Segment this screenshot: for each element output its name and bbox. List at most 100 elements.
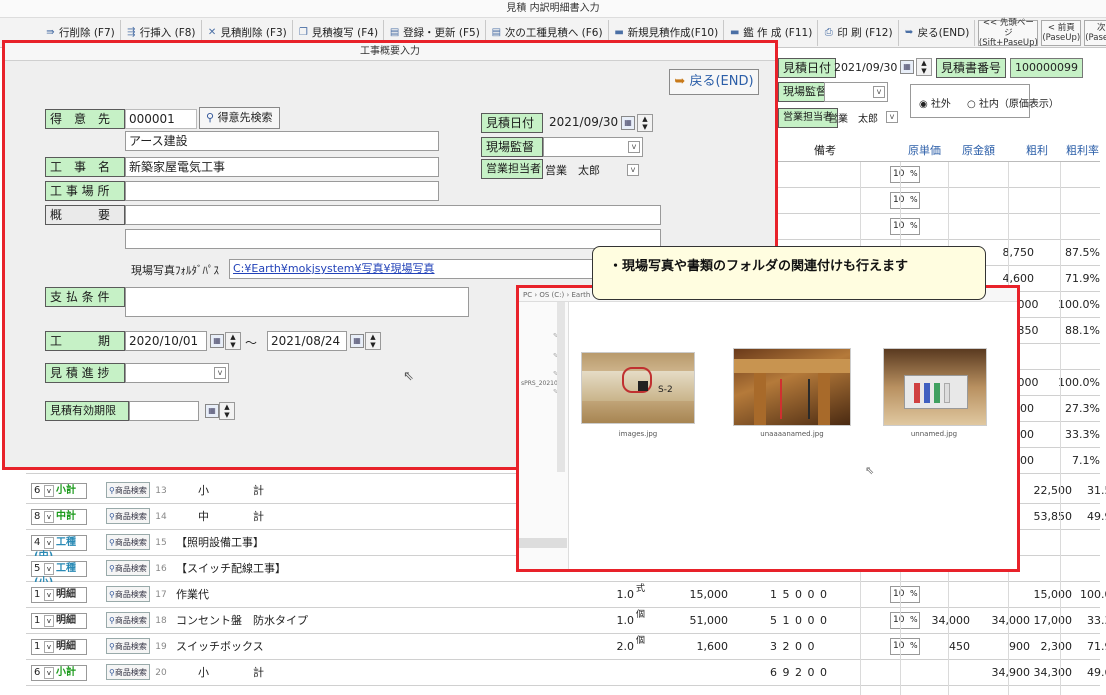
print-icon: ⎙ bbox=[824, 27, 833, 38]
price-cell[interactable]: 1,600 bbox=[678, 634, 729, 660]
price-cell[interactable]: 15,000 bbox=[678, 582, 729, 608]
thumbnail-images[interactable]: S-2 bbox=[581, 352, 695, 424]
product-search-button[interactable]: ⚲商品検索 bbox=[106, 612, 150, 628]
unit-cell[interactable]: 式 bbox=[636, 576, 645, 602]
chevron-down-icon[interactable]: v bbox=[886, 111, 898, 123]
site-field[interactable] bbox=[125, 181, 439, 201]
overview-field-1[interactable] bbox=[125, 205, 661, 225]
thumbnail-unaaaanamed[interactable] bbox=[733, 348, 851, 426]
calendar-icon[interactable]: ▦ bbox=[350, 334, 364, 348]
bg-estimate-date[interactable]: 2021/09/30 bbox=[834, 61, 897, 74]
row-number: 18 bbox=[155, 616, 167, 626]
progress-select[interactable]: v bbox=[125, 363, 229, 383]
photo-path-link[interactable]: C:¥Earth¥mokjsystem¥写真¥現場写真 bbox=[229, 259, 599, 279]
item-name-cell[interactable]: 【照明設備工事】 bbox=[176, 530, 264, 556]
row-type-select[interactable]: 6 v 小計 bbox=[31, 483, 87, 499]
row-type-select[interactable]: 5v工種(小) bbox=[31, 561, 87, 588]
unit-cell[interactable]: 個 bbox=[636, 602, 645, 628]
radio-outside[interactable]: ◉ 社外 bbox=[919, 95, 951, 110]
col-divider bbox=[1060, 162, 1061, 695]
payment-field[interactable] bbox=[125, 287, 469, 317]
customer-search-button[interactable]: ⚲ 得意先検索 bbox=[199, 107, 280, 129]
row-type-select[interactable]: 1 v 明細 bbox=[31, 639, 87, 655]
product-search-button[interactable]: ⚲商品検索 bbox=[106, 638, 150, 654]
row-type-select[interactable]: 4v工種(中) bbox=[31, 535, 87, 562]
rate-cell bbox=[1072, 530, 1106, 556]
row-type-select[interactable]: 1 v 明細 bbox=[31, 613, 87, 629]
page-nav-button-1[interactable]: < 前頁 (PaseUp) bbox=[1041, 19, 1082, 46]
chevron-down-icon[interactable]: v bbox=[627, 164, 639, 176]
table-row[interactable]: 1 v 明細 ⚲商品検索 19 スイッチボックス 2.0 個 1,600 3 2 0 0 10% 45… bbox=[26, 634, 1106, 660]
cost-cell bbox=[974, 582, 1030, 608]
item-name-cell[interactable]: スイッチボックス bbox=[176, 634, 264, 660]
project-name-field[interactable]: 新築家屋電気工事 bbox=[125, 157, 439, 177]
bg-estimate-no: 100000099 bbox=[1010, 58, 1083, 78]
item-name-cell[interactable]: コンセント盤 防水タイプ bbox=[176, 608, 308, 634]
qty-cell[interactable] bbox=[604, 660, 634, 686]
table-row[interactable]: 1 v 明細 ⚲商品検索 18 コンセント盤 防水タイプ 1.0 個 51,000 5 1 0 0… bbox=[26, 608, 1106, 634]
next-icon: ▤ bbox=[491, 27, 502, 38]
rate-cell bbox=[1056, 188, 1100, 214]
product-search-button[interactable]: ⚲商品検索 bbox=[106, 586, 150, 602]
explorer-hscroll[interactable] bbox=[519, 538, 567, 548]
table-row[interactable]: 6v小計 ⚲商品検索 20 小 計 6 9 2 0 0 34,90034,300 49.6% bbox=[26, 660, 1106, 686]
toolbar-button-9[interactable]: ➥ 戻る(END) bbox=[899, 19, 976, 46]
item-name-cell[interactable]: 中 計 bbox=[198, 504, 264, 530]
item-name-cell[interactable]: 作業代 bbox=[176, 582, 209, 608]
spin-icon[interactable]: ▲ ▼ bbox=[219, 402, 235, 420]
period-from-field[interactable]: 2020/10/01 bbox=[125, 331, 207, 351]
row-type-select[interactable]: 1 v 明細 bbox=[31, 587, 87, 603]
amount-cell: 6 9 2 0 0 bbox=[770, 666, 828, 679]
product-search-button[interactable]: ⚲商品検索 bbox=[106, 534, 150, 550]
row-type-select[interactable]: 6 v 小計 bbox=[31, 665, 87, 681]
toolbar-button-label: 見積複写 (F4) bbox=[311, 27, 379, 39]
item-name-cell[interactable]: 小 計 bbox=[198, 478, 264, 504]
calendar-icon[interactable]: ▦ bbox=[210, 334, 224, 348]
spin-icon[interactable]: ▲ ▼ bbox=[916, 58, 932, 76]
supervisor-select[interactable]: v bbox=[543, 137, 643, 157]
col-cost-amount: 原金額 bbox=[962, 144, 995, 157]
overview-field-2[interactable] bbox=[125, 229, 661, 249]
row-number: 15 bbox=[155, 538, 167, 548]
toolbar-button-label: 見積削除 (F3) bbox=[220, 27, 287, 39]
calendar-icon[interactable]: ▦ bbox=[900, 60, 914, 74]
product-search-button[interactable]: ⚲商品検索 bbox=[106, 560, 150, 576]
product-search-button[interactable]: ⚲商品検索 bbox=[106, 482, 150, 498]
estimate-date-value[interactable]: 2021/09/30 bbox=[549, 115, 618, 129]
item-name-cell[interactable]: 小 計 bbox=[198, 660, 264, 686]
qty-cell[interactable]: 1.0 bbox=[604, 582, 635, 608]
spin-icon[interactable]: ▲ ▼ bbox=[365, 332, 381, 350]
nav-line1: 次頁 > bbox=[1096, 22, 1106, 33]
calendar-icon[interactable]: ▦ bbox=[205, 404, 219, 418]
product-search-button[interactable]: ⚲商品検索 bbox=[106, 508, 150, 524]
price-cell[interactable]: 51,000 bbox=[678, 608, 729, 634]
toolbar-button-8[interactable]: ⎙ 印 刷 (F12) bbox=[818, 19, 899, 46]
page-nav-button-0[interactable]: << 先頭ページ (Sift+PaseUp) bbox=[978, 18, 1039, 48]
explorer-scrollbar[interactable] bbox=[557, 302, 565, 472]
table-row[interactable]: 1 v 明細 ⚲商品検索 17 作業代 1.0 式 15,000 1 5 0 0 0 10% 15,0… bbox=[26, 582, 1106, 608]
customer-name-field[interactable]: アース建設 bbox=[125, 131, 439, 151]
period-to-field[interactable]: 2021/08/24 bbox=[267, 331, 347, 351]
bg-supervisor-select[interactable]: v bbox=[824, 82, 888, 102]
product-search-button[interactable]: ⚲商品検索 bbox=[106, 664, 150, 680]
thumbnail-unnamed[interactable] bbox=[883, 348, 987, 426]
row-type-select[interactable]: 8 v 中計 bbox=[31, 509, 87, 525]
customer-code-input[interactable]: 000001 bbox=[125, 109, 197, 129]
unit-cell[interactable]: 個 bbox=[636, 628, 645, 654]
qty-cell[interactable]: 2.0 bbox=[604, 634, 635, 660]
explorer-sidebar-item[interactable]: sPRS_202107 bbox=[521, 380, 562, 387]
spin-icon[interactable]: ▲ ▼ bbox=[225, 332, 241, 350]
calendar-icon[interactable]: ▦ bbox=[621, 116, 635, 130]
back-button[interactable]: ➥ 戻る(END) bbox=[669, 69, 759, 95]
save-icon: ▤ bbox=[389, 27, 400, 38]
item-name-cell[interactable]: 【スイッチ配線工事】 bbox=[176, 556, 286, 582]
spin-icon[interactable]: ▲ ▼ bbox=[637, 114, 653, 132]
radio-inside[interactable]: ○ 社内（原価表示） bbox=[967, 95, 1059, 110]
validity-field[interactable] bbox=[129, 401, 199, 421]
toolbar-button-label: 登録・更新 (F5) bbox=[403, 27, 480, 39]
price-cell[interactable] bbox=[678, 660, 728, 686]
qty-cell[interactable]: 1.0 bbox=[604, 608, 635, 634]
rate-cell bbox=[1056, 162, 1100, 188]
page-nav-button-2[interactable]: 次頁 >(PaseDown) bbox=[1084, 19, 1106, 46]
site-label: 工 事 場 所 bbox=[45, 181, 125, 201]
